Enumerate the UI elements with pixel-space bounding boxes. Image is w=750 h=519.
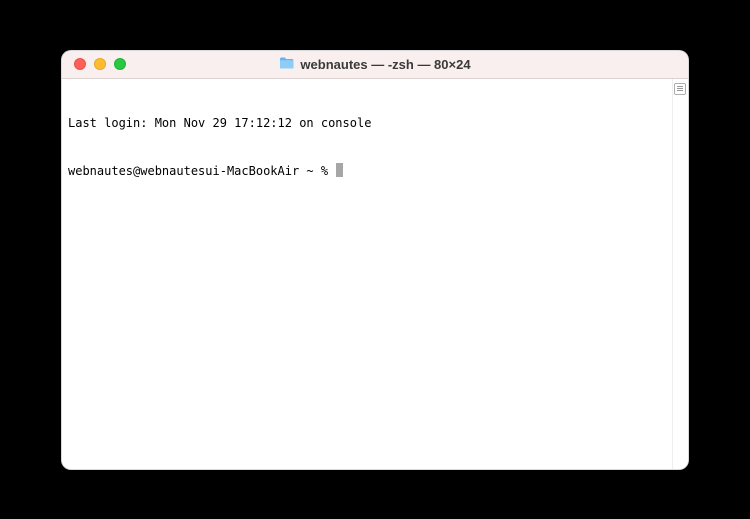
- minimize-button[interactable]: [94, 58, 106, 70]
- cursor-block: [336, 163, 343, 177]
- window-title-wrap: webnautes — -zsh — 80×24: [62, 57, 688, 72]
- terminal-area[interactable]: Last login: Mon Nov 29 17:12:12 on conso…: [62, 79, 672, 469]
- terminal-content-wrap: Last login: Mon Nov 29 17:12:12 on conso…: [62, 79, 688, 469]
- titlebar: webnautes — -zsh — 80×24: [62, 51, 688, 79]
- folder-icon: [279, 57, 294, 69]
- terminal-window: webnautes — -zsh — 80×24 Last login: Mon…: [61, 50, 689, 470]
- prompt-text: webnautes@webnautesui-MacBookAir ~ %: [68, 164, 335, 178]
- maximize-button[interactable]: [114, 58, 126, 70]
- prompt-line: webnautes@webnautesui-MacBookAir ~ %: [68, 163, 666, 179]
- window-title: webnautes — -zsh — 80×24: [300, 57, 470, 72]
- scrollbar-thumb-icon[interactable]: [674, 83, 686, 95]
- last-login-line: Last login: Mon Nov 29 17:12:12 on conso…: [68, 115, 666, 131]
- scrollbar-track[interactable]: [672, 79, 688, 469]
- traffic-lights: [62, 58, 126, 70]
- close-button[interactable]: [74, 58, 86, 70]
